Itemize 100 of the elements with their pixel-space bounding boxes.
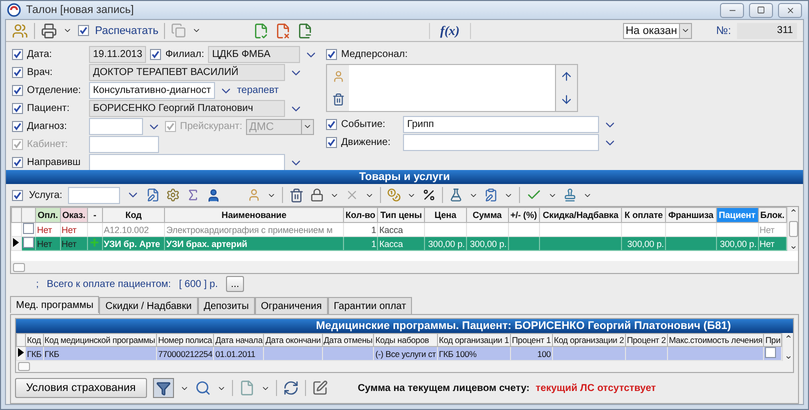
refresh-icon[interactable] xyxy=(282,380,299,396)
input-field[interactable]: Консультативно-диагност xyxy=(89,82,215,99)
column-header[interactable]: Сумма xyxy=(466,208,508,222)
column-header[interactable]: Коды наборов xyxy=(374,334,438,346)
tab[interactable]: Гарантии оплат xyxy=(328,297,412,314)
file-check-icon[interactable] xyxy=(253,22,270,38)
checkbox[interactable] xyxy=(12,67,23,78)
formula-button[interactable]: f(x) xyxy=(429,22,471,38)
scrollbar[interactable] xyxy=(11,261,798,273)
column-header[interactable]: Дата начала xyxy=(214,334,264,346)
tab[interactable]: Депозиты xyxy=(198,297,255,314)
status-select[interactable]: На оказан xyxy=(622,22,692,38)
input-field[interactable]: ДОКТОР ТЕРАПЕВТ ВАСИЛИЙ xyxy=(89,64,285,81)
checkbox[interactable] xyxy=(12,103,23,114)
checkbox[interactable] xyxy=(23,223,34,234)
tab[interactable]: Ограничения xyxy=(254,297,328,314)
column-header[interactable]: Наименование xyxy=(164,208,344,222)
input-field[interactable] xyxy=(68,186,120,204)
scrollbar[interactable] xyxy=(782,333,793,361)
gears-icon[interactable] xyxy=(166,188,180,202)
edit-icon[interactable] xyxy=(312,380,328,396)
caret-icon[interactable] xyxy=(681,26,690,35)
column-header[interactable]: Кол-во xyxy=(343,208,378,222)
checkbox[interactable] xyxy=(23,237,34,248)
more-button[interactable]: ... xyxy=(226,276,244,292)
trash-icon[interactable] xyxy=(332,93,345,106)
row-indicator[interactable] xyxy=(12,236,22,250)
arrow-up-icon[interactable] xyxy=(560,70,574,83)
checkbox[interactable] xyxy=(12,49,23,60)
checkbox[interactable] xyxy=(12,85,23,96)
column-header[interactable]: Макс.стоимость лечения xyxy=(667,334,764,346)
checkbox[interactable] xyxy=(12,121,23,132)
insurance-conditions-button[interactable]: Условия страхования xyxy=(15,378,147,398)
column-header[interactable]: Процент 1 xyxy=(510,334,552,346)
checkbox[interactable] xyxy=(78,25,89,36)
caret-icon[interactable] xyxy=(63,26,72,35)
percent-icon[interactable] xyxy=(422,188,436,202)
scroll-up-icon[interactable] xyxy=(790,207,797,214)
lock-icon[interactable] xyxy=(310,188,324,202)
column-header[interactable]: Пациент xyxy=(716,208,758,222)
flask-icon[interactable] xyxy=(449,188,464,202)
person-icon[interactable] xyxy=(206,188,222,202)
column-header[interactable]: Блок. xyxy=(758,208,787,222)
column-header[interactable]: Скидка/Надбавка xyxy=(539,208,622,222)
trash-icon[interactable] xyxy=(289,188,304,202)
document-edit-icon[interactable] xyxy=(146,188,160,202)
input-field[interactable] xyxy=(403,134,600,151)
checkbox[interactable] xyxy=(326,49,338,60)
stamp-icon[interactable] xyxy=(563,188,578,202)
column-header[interactable]: Оказ. xyxy=(60,208,88,222)
file-delete-icon[interactable] xyxy=(275,22,292,38)
scrollbar[interactable] xyxy=(787,207,798,251)
people-icon[interactable] xyxy=(12,22,28,38)
scroll-down-icon[interactable] xyxy=(784,354,792,361)
column-header[interactable]: Код xyxy=(102,208,165,222)
column-header[interactable]: +/- (%) xyxy=(508,208,540,222)
checkbox[interactable] xyxy=(326,119,338,130)
input-field[interactable]: Грипп xyxy=(403,116,600,133)
clipboard-icon[interactable] xyxy=(484,188,498,202)
file-close-icon[interactable] xyxy=(297,22,314,38)
column-header[interactable]: Цена xyxy=(424,208,466,222)
input-field[interactable] xyxy=(89,154,285,171)
search-icon[interactable] xyxy=(194,380,211,396)
checkbox[interactable] xyxy=(12,157,23,168)
table-row[interactable]: Нет Нет УЗИ бр. Арте УЗИ брах. артерий 1 Касса 300,00 р. 300,00 р. 300,00 р. 300,00 р. Нет xyxy=(12,236,787,250)
column-header[interactable]: Код организации 2 xyxy=(552,334,626,346)
table-row[interactable]: Нет Нет A12.10.002 Электрокардиография с применением м 1 Касса Нет xyxy=(12,222,787,236)
tab[interactable]: Скидки / Надбавки xyxy=(99,297,198,314)
column-header[interactable]: Дата окончани xyxy=(264,334,322,346)
caret-icon[interactable] xyxy=(192,26,202,35)
input-field[interactable]: БОРИСЕНКО Георгий Платонович xyxy=(89,100,285,117)
input-field[interactable]: 19.11.2013 xyxy=(89,46,146,63)
column-header[interactable]: К оплате xyxy=(622,208,666,222)
checkbox[interactable] xyxy=(150,49,162,60)
maximize-button[interactable] xyxy=(749,2,773,18)
scroll-down-icon[interactable] xyxy=(790,244,797,251)
column-header[interactable]: Код xyxy=(26,334,44,346)
input-field[interactable]: ЦДКБ ФМБА xyxy=(208,46,300,63)
column-header[interactable]: Код организации 1 xyxy=(437,334,510,346)
close-button[interactable] xyxy=(778,2,802,18)
scrollbar[interactable] xyxy=(16,361,793,372)
checkbox[interactable] xyxy=(765,347,776,358)
column-header[interactable]: Дата отмены xyxy=(322,334,374,346)
column-header[interactable]: Опл. xyxy=(36,208,60,222)
column-header[interactable]: Код медицинской программы xyxy=(43,334,157,346)
checkbox[interactable] xyxy=(12,190,23,200)
input-field[interactable] xyxy=(89,118,143,135)
column-header[interactable]: Франшиза xyxy=(665,208,716,222)
column-header[interactable]: При xyxy=(764,334,782,346)
printer-icon[interactable] xyxy=(41,22,57,38)
scroll-up-icon[interactable] xyxy=(784,333,792,340)
column-header[interactable]: - xyxy=(88,208,102,222)
checkbox[interactable] xyxy=(326,137,338,148)
row-indicator[interactable] xyxy=(16,346,26,360)
tab[interactable]: Мед. программы xyxy=(10,296,100,313)
table-row[interactable]: ГКБ ГКБ 770000212254 01.01.2011 (-) Все услуги ст ГКБ 100% 100 xyxy=(16,346,782,360)
arrow-down-icon[interactable] xyxy=(560,93,574,106)
coins-icon[interactable] xyxy=(387,188,402,202)
column-header[interactable]: Номер полиса xyxy=(156,334,214,346)
column-header[interactable]: Тип цены xyxy=(378,208,425,222)
